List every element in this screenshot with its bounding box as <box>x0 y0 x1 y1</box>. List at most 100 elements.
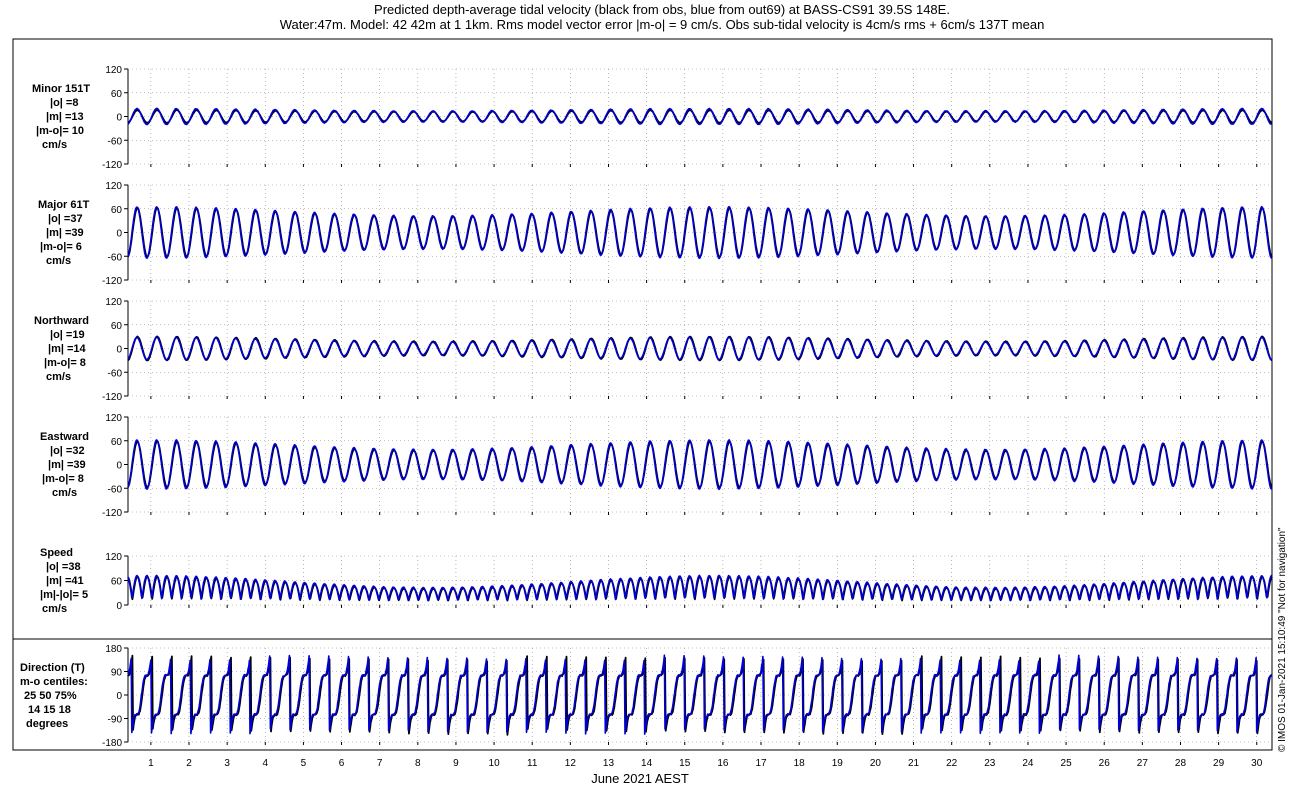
x-tick-label: 3 <box>224 758 230 769</box>
x-tick-label: 17 <box>755 758 767 769</box>
figure-title-line1: Predicted depth-average tidal velocity (… <box>374 2 950 17</box>
y-tick-label: -120 <box>102 160 122 171</box>
y-tick-label: -120 <box>102 392 122 403</box>
x-tick-label: 6 <box>339 758 345 769</box>
panel-label-line: 25 50 75% <box>24 690 77 702</box>
y-tick-label: 0 <box>116 113 122 124</box>
panel-label-line: |m| =39 <box>48 459 86 471</box>
watermark: © IMOS 01-Jan-2021 15:10:49 "Not for nav… <box>1277 527 1288 752</box>
y-tick-label: 120 <box>105 181 122 192</box>
panel-label-line: |m-o|= 10 <box>36 125 84 137</box>
y-tick-label: -60 <box>108 484 123 495</box>
panel-label-speed: Speed |o| =38 |m| =41 |m|-|o|= 5 cm/s <box>40 547 88 615</box>
panel-label-line: |m-o|= 8 <box>44 357 86 369</box>
panel-label-line: |m|-|o|= 5 <box>40 589 88 601</box>
y-tick-label: -180 <box>102 738 122 749</box>
x-tick-label: 4 <box>262 758 268 769</box>
panel-label-line: degrees <box>26 718 68 730</box>
panel-label-line: cm/s <box>42 603 67 615</box>
y-tick-label: 120 <box>105 297 122 308</box>
y-tick-label: 60 <box>111 321 123 332</box>
panel-label-line: |m-o|= 6 <box>40 241 82 253</box>
x-tick-label: 29 <box>1213 758 1225 769</box>
y-tick-label: -90 <box>108 715 123 726</box>
panel-label-line: |o| =19 <box>50 329 85 341</box>
y-tick-label: 0 <box>116 229 122 240</box>
x-tick-label: 5 <box>301 758 307 769</box>
figure-canvas: Predicted depth-average tidal velocity (… <box>12 2 1288 786</box>
x-tick-label: 2 <box>186 758 192 769</box>
x-axis-label: June 2021 AEST <box>591 771 689 786</box>
x-tick-label: 9 <box>453 758 459 769</box>
panel-label-line: cm/s <box>46 255 71 267</box>
x-tick-label: 28 <box>1175 758 1187 769</box>
y-tick-label: 0 <box>116 345 122 356</box>
x-tick-label: 12 <box>565 758 577 769</box>
x-tick-label: 24 <box>1022 758 1034 769</box>
y-tick-label: 0 <box>116 461 122 472</box>
panel-label-line: |m| =39 <box>46 227 84 239</box>
panel-label-line: Northward <box>34 315 89 327</box>
x-tick-label: 11 <box>527 758 538 769</box>
panel-label-line: Minor 151T <box>32 83 90 95</box>
x-tick-label: 13 <box>603 758 615 769</box>
series-line-model <box>127 574 1273 602</box>
x-tick-label: 20 <box>870 758 882 769</box>
x-tick-label: 30 <box>1251 758 1263 769</box>
series-line-model <box>127 654 1273 735</box>
y-tick-label: 60 <box>111 89 123 100</box>
panel-label-line: cm/s <box>42 139 67 151</box>
panel-label-line: m-o centiles: <box>20 676 88 688</box>
panel-label-eastward: Eastward |o| =32 |m| =39 |m-o|= 8 cm/s <box>40 431 89 499</box>
plot-layer: 1 2 3 4 5 6 7 8 9 10 11 12 13 14 15 16 17 18 19 20 21 22 23 24 2… <box>102 65 1273 769</box>
panel-label-minor: Minor 151T |o| =8 |m| =13 |m-o|= 10 cm/s <box>32 83 90 151</box>
panel-label-line: |m| =13 <box>46 111 84 123</box>
y-tick-label: 0 <box>116 691 122 702</box>
x-tick-label: 7 <box>377 758 383 769</box>
y-tick-label: 120 <box>105 552 122 563</box>
y-tick-label: 120 <box>105 65 122 76</box>
x-tick-label: 26 <box>1099 758 1111 769</box>
panel-label-line: cm/s <box>46 371 71 383</box>
x-tick-label: 15 <box>679 758 691 769</box>
y-tick-label: 60 <box>111 577 123 588</box>
y-tick-label: -60 <box>108 136 123 147</box>
panel-label-line: |m| =41 <box>46 575 84 587</box>
panel-label-line: Speed <box>40 547 73 559</box>
panel-label-line: Eastward <box>40 431 89 443</box>
panel-label-line: Major 61T <box>38 199 90 211</box>
y-tick-label: 60 <box>111 205 123 216</box>
y-tick-label: -60 <box>108 252 123 263</box>
panel-label-line: cm/s <box>52 487 77 499</box>
y-tick-label: 180 <box>105 644 122 655</box>
panel-label-line: |m| =14 <box>48 343 87 355</box>
panel-label-line: |o| =38 <box>46 561 81 573</box>
x-tick-label: 21 <box>908 758 920 769</box>
y-tick-label: -120 <box>102 508 122 519</box>
x-tick-label: 25 <box>1061 758 1073 769</box>
x-tick-label: 22 <box>946 758 958 769</box>
upper-frame <box>12 38 1273 640</box>
panel-label-line: 14 15 18 <box>28 704 71 716</box>
x-tick-label: 27 <box>1137 758 1149 769</box>
y-tick-label: 90 <box>111 668 123 679</box>
y-tick-label: -120 <box>102 276 122 287</box>
x-tick-label: 16 <box>717 758 729 769</box>
tidal-velocity-figure: Predicted depth-average tidal velocity (… <box>0 0 1300 800</box>
panel-label-line: Direction (T) <box>20 662 85 674</box>
y-tick-label: 0 <box>116 601 122 612</box>
panel-label-line: |o| =32 <box>50 445 85 457</box>
x-tick-label: 10 <box>489 758 501 769</box>
figure-title-line2: Water:47m. Model: 42 42m at 1 1km. Rms m… <box>280 17 1045 32</box>
x-tick-label: 18 <box>794 758 806 769</box>
x-tick-label: 14 <box>641 758 653 769</box>
x-tick-label: 1 <box>148 758 154 769</box>
y-tick-label: 120 <box>105 413 122 424</box>
panel-label-direction: Direction (T) m-o centiles: 25 50 75% 14… <box>20 662 88 730</box>
y-tick-label: 60 <box>111 437 123 448</box>
panel-label-northward: Northward |o| =19 |m| =14 |m-o|= 8 cm/s <box>34 315 89 383</box>
x-tick-label: 19 <box>832 758 844 769</box>
x-tick-label: 23 <box>984 758 996 769</box>
panel-label-major: Major 61T |o| =37 |m| =39 |m-o|= 6 cm/s <box>38 199 90 267</box>
y-tick-label: -60 <box>108 368 123 379</box>
